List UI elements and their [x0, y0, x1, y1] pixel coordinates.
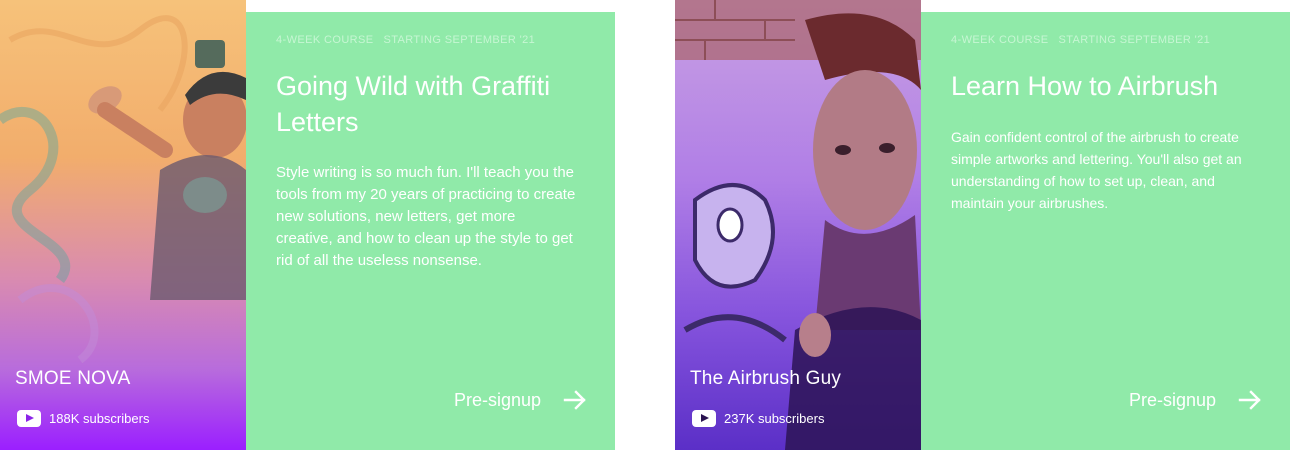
- course-description: Style writing is so much fun. I'll teach…: [276, 164, 576, 269]
- course-start-date: STARTING SEPTEMBER '21: [1058, 34, 1211, 46]
- subscriber-count-label: 237K subscribers: [724, 411, 825, 426]
- creator-photo: The Airbrush Guy 237K subscribers: [675, 0, 921, 450]
- course-description: Gain confident control of the airbrush t…: [951, 129, 1242, 211]
- arrow-right-icon: [1238, 388, 1262, 412]
- course-eyebrow: 4-WEEK COURSE STARTING SEPTEMBER '21: [951, 34, 1210, 46]
- course-duration: 4-WEEK COURSE: [951, 34, 1049, 46]
- creator-photo: SMOE NOVA 188K subscribers: [0, 0, 246, 450]
- pre-signup-label: Pre-signup: [453, 389, 541, 410]
- arrow-right-icon: [563, 388, 587, 412]
- course-info-panel: 4-WEEK COURSE STARTING SEPTEMBER '21 Goin…: [246, 12, 615, 450]
- course-info-panel: 4-WEEK COURSE STARTING SEPTEMBER '21 Lear…: [921, 12, 1290, 450]
- course-title: Going Wild with Graffiti Letters: [276, 71, 551, 137]
- pre-signup-button[interactable]: Pre-signup: [454, 388, 587, 412]
- creator-name: The Airbrush Guy: [690, 368, 842, 389]
- pre-signup-label: Pre-signup: [1128, 389, 1216, 410]
- course-title: Learn How to Airbrush: [951, 71, 1219, 101]
- course-start-date: STARTING SEPTEMBER '21: [383, 34, 536, 46]
- course-duration: 4-WEEK COURSE: [276, 34, 374, 46]
- subscriber-count-label: 188K subscribers: [49, 411, 150, 426]
- subscriber-count: 237K subscribers: [692, 410, 824, 427]
- course-card[interactable]: The Airbrush Guy 237K subscribers 4-WEEK…: [675, 0, 1290, 450]
- youtube-icon: [692, 410, 716, 427]
- creator-name: SMOE NOVA: [15, 368, 131, 389]
- course-eyebrow: 4-WEEK COURSE STARTING SEPTEMBER '21: [276, 34, 535, 46]
- course-card[interactable]: SMOE NOVA 188K subscribers 4-WEEK COURSE…: [0, 0, 615, 450]
- pre-signup-button[interactable]: Pre-signup: [1129, 388, 1262, 412]
- youtube-icon: [17, 410, 41, 427]
- subscriber-count: 188K subscribers: [17, 410, 149, 427]
